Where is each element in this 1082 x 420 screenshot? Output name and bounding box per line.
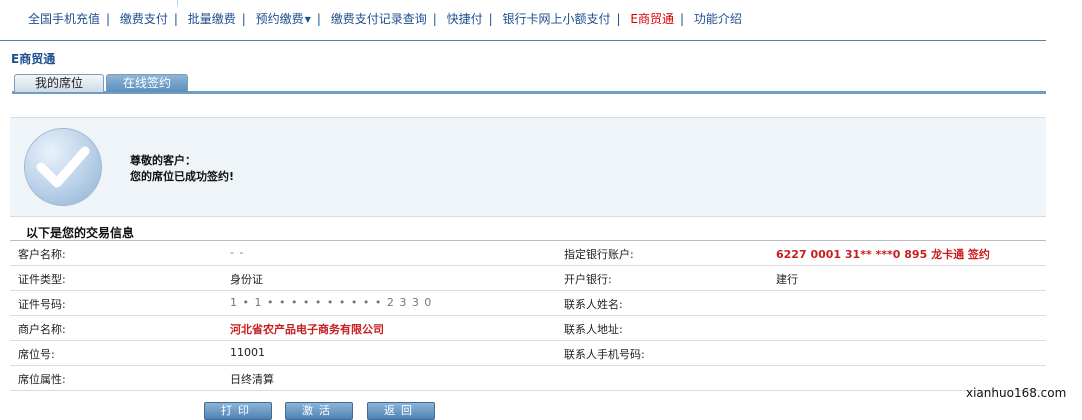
success-status: 您的席位已成功签约! xyxy=(130,170,235,183)
label-contact-name: 联系人姓名: xyxy=(564,298,623,311)
tab-online-sign[interactable]: 在线签约 xyxy=(106,74,188,92)
nav-batch-payment[interactable]: 批量缴费 xyxy=(188,12,236,26)
nav-e-trade[interactable]: E商贸通 xyxy=(630,12,674,26)
table-row: 客户名称: - - 指定银行账户: 6227 0001 31** ***0 89… xyxy=(10,241,1046,266)
info-table: 客户名称: - - 指定银行账户: 6227 0001 31** ***0 89… xyxy=(10,241,1046,391)
nav-features[interactable]: 功能介绍 xyxy=(694,12,742,26)
success-panel: 尊敬的客户： 您的席位已成功签约! xyxy=(10,117,1046,217)
label-contact-phone: 联系人手机号码: xyxy=(564,348,645,361)
label-contact-address: 联系人地址: xyxy=(564,323,623,336)
success-check-icon xyxy=(24,128,102,206)
nav-payment[interactable]: 缴费支付 xyxy=(120,12,168,26)
nav-quick-pay[interactable]: 快捷付 xyxy=(447,12,483,26)
nav-scheduled-label: 预约缴费 xyxy=(255,12,304,26)
nav-separator: | xyxy=(616,12,621,26)
nav-items: 全国手机充值 | 缴费支付 | 批量缴费 | 预约缴费▼ | 缴费支付记录查询 | 快捷付… xyxy=(28,10,742,27)
tab-my-seat[interactable]: 我的席位 xyxy=(14,74,104,92)
table-row: 席位属性: 日终清算 xyxy=(10,366,1046,391)
label-seat-number: 席位号: xyxy=(18,348,55,361)
label-bank-account: 指定银行账户: xyxy=(564,248,634,261)
activate-button[interactable]: 激活 xyxy=(285,402,353,420)
nav-separator: | xyxy=(316,12,321,26)
value-seat-number: 11001 xyxy=(230,346,265,359)
watermark: xianhuo168.com xyxy=(966,386,1067,400)
section-title: E商贸通 xyxy=(11,52,56,66)
nav-scheduled-payment[interactable]: 预约缴费▼ xyxy=(256,12,311,26)
nav-mobile-recharge[interactable]: 全国手机充值 xyxy=(28,12,100,26)
nav-small-payment[interactable]: 银行卡网上小额支付 xyxy=(503,12,611,26)
value-seat-attribute: 日终清算 xyxy=(230,373,274,386)
nav-tab-edge xyxy=(177,0,178,6)
checkmark-icon xyxy=(36,146,90,188)
nav-separator: | xyxy=(679,12,685,26)
value-customer-name: - - xyxy=(230,246,245,259)
value-id-number: 1 • 1 • • • • • • • • • • 2 3 3 0 xyxy=(230,296,433,309)
table-row: 席位号: 11001 联系人手机号码: xyxy=(10,341,1046,366)
nav-payment-records[interactable]: 缴费支付记录查询 xyxy=(331,12,427,26)
success-message: 尊敬的客户： 您的席位已成功签约! xyxy=(130,153,234,185)
top-nav: 全国手机充值 | 缴费支付 | 批量缴费 | 预约缴费▼ | 缴费支付记录查询 | 快捷付… xyxy=(0,0,1046,41)
label-seat-attribute: 席位属性: xyxy=(18,373,66,386)
success-greeting: 尊敬的客户： xyxy=(130,154,196,167)
info-title: 以下是您的交易信息 xyxy=(26,226,135,240)
chevron-down-icon: ▼ xyxy=(304,15,311,24)
print-button[interactable]: 打印 xyxy=(204,402,272,420)
nav-separator: | xyxy=(173,12,178,26)
label-merchant-name: 商户名称: xyxy=(18,323,66,336)
label-opening-bank: 开户银行: xyxy=(564,273,612,286)
label-id-number: 证件号码: xyxy=(18,298,66,311)
label-id-type: 证件类型: xyxy=(18,273,66,286)
table-row: 证件类型: 身份证 开户银行: 建行 xyxy=(10,266,1046,291)
back-button[interactable]: 返回 xyxy=(367,402,435,420)
table-row: 商户名称: 河北省农产品电子商务有限公司 联系人地址: xyxy=(10,316,1046,341)
nav-separator: | xyxy=(488,12,493,26)
value-merchant-name: 河北省农产品电子商务有限公司 xyxy=(230,323,384,336)
value-opening-bank: 建行 xyxy=(776,273,798,286)
nav-separator: | xyxy=(106,12,111,26)
value-bank-account: 6227 0001 31** ***0 895 龙卡通 签约 xyxy=(776,248,990,261)
nav-separator: | xyxy=(241,12,246,26)
nav-separator: | xyxy=(432,12,437,26)
label-customer-name: 客户名称: xyxy=(18,248,66,261)
table-row: 证件号码: 1 • 1 • • • • • • • • • • 2 3 3 0 … xyxy=(10,291,1046,316)
value-id-type: 身份证 xyxy=(230,273,263,286)
tab-bar: 我的席位 在线签约 xyxy=(12,74,1046,94)
